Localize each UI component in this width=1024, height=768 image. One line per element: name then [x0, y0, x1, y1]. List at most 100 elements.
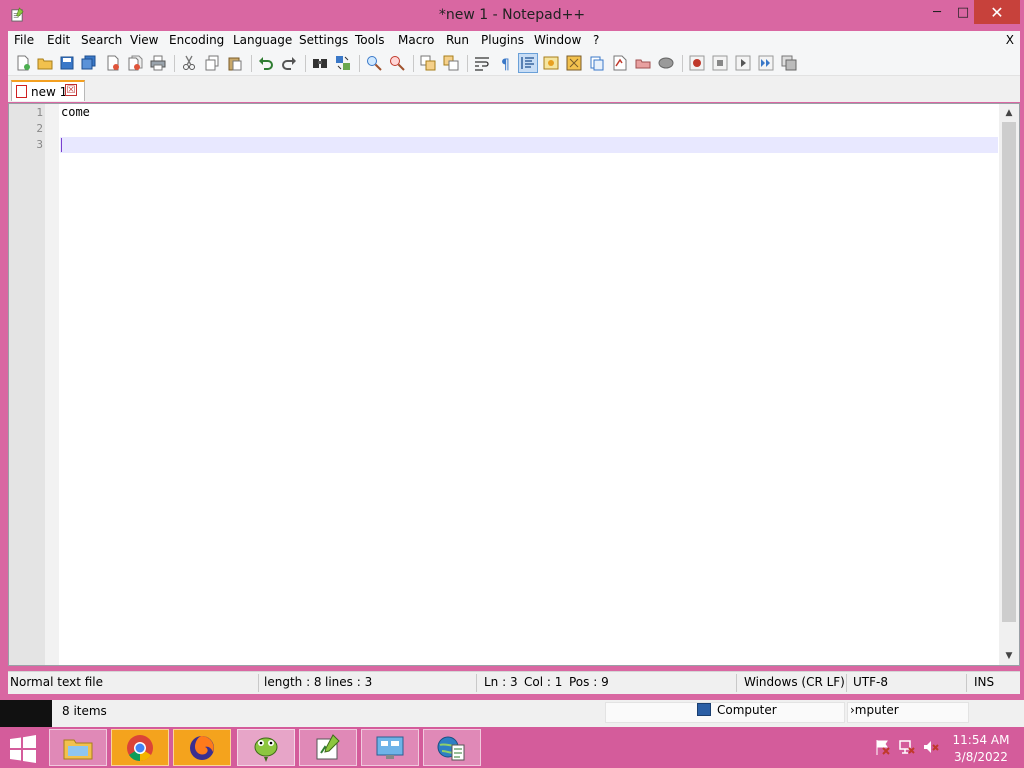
file-explorer-icon — [63, 739, 93, 759]
explorer-status-strip: 8 items Computer ›mputer — [0, 700, 1024, 727]
tab-close-icon[interactable]: ☒ — [65, 84, 77, 96]
toolbar-separator — [305, 55, 306, 72]
svg-text:¶: ¶ — [501, 57, 510, 71]
taskbar-control-panel[interactable] — [361, 729, 419, 766]
run-macro-multiple-icon[interactable] — [758, 55, 774, 71]
zoom-in-icon[interactable] — [366, 55, 382, 71]
status-eol[interactable]: Windows (CR LF) — [744, 675, 845, 689]
code-line[interactable]: come — [61, 105, 90, 119]
volume-muted-icon[interactable] — [922, 738, 940, 756]
undo-icon[interactable] — [258, 55, 274, 71]
toolbar-separator — [174, 55, 175, 72]
replace-icon[interactable] — [335, 55, 351, 71]
copy-icon[interactable] — [204, 55, 220, 71]
menu-language[interactable]: Language — [233, 33, 292, 47]
tab-label: new 1 — [31, 85, 68, 99]
clock-date[interactable]: 3/8/2022 — [948, 750, 1014, 764]
save-all-icon[interactable] — [81, 55, 97, 71]
function-list-icon[interactable] — [589, 55, 605, 71]
open-file-icon[interactable] — [37, 55, 53, 71]
redo-icon[interactable] — [281, 55, 297, 71]
notepad-plus-plus-icon — [254, 737, 278, 762]
scroll-up-arrow-icon[interactable]: ▲ — [999, 104, 1019, 122]
stop-macro-icon[interactable] — [712, 55, 728, 71]
network-disconnected-icon[interactable] — [898, 738, 916, 756]
line-number: 2 — [36, 122, 43, 135]
menu-file[interactable]: File — [14, 33, 34, 47]
taskbar-chrome[interactable] — [111, 729, 169, 766]
taskbar-network-globe[interactable] — [423, 729, 481, 766]
toolbar-separator — [359, 55, 360, 72]
new-file-icon[interactable] — [15, 55, 31, 71]
status-encoding[interactable]: UTF-8 — [853, 675, 888, 689]
close-window-button[interactable]: ✕ — [974, 0, 1020, 24]
record-macro-icon[interactable] — [689, 55, 705, 71]
indent-guide-icon[interactable] — [520, 55, 536, 71]
sync-vertical-icon[interactable] — [420, 55, 436, 71]
word-wrap-icon[interactable] — [474, 55, 490, 71]
sync-horizontal-icon[interactable] — [443, 55, 459, 71]
close-all-icon[interactable] — [127, 55, 143, 71]
status-insert-mode[interactable]: INS — [974, 675, 994, 689]
chrome-icon — [127, 734, 153, 761]
title-bar[interactable]: *new 1 - Notepad++ ─ □ ✕ — [0, 0, 1024, 30]
cut-icon[interactable] — [181, 55, 197, 71]
vertical-scrollbar[interactable]: ▲ ▼ — [999, 104, 1019, 665]
zoom-out-icon[interactable] — [389, 55, 405, 71]
text-caret — [61, 138, 62, 152]
menu-plugins[interactable]: Plugins — [481, 33, 524, 47]
doc-map-icon[interactable] — [566, 55, 582, 71]
menu-macro[interactable]: Macro — [398, 33, 434, 47]
tab-new-1[interactable]: new 1 ☒ — [11, 80, 85, 101]
firefox-icon — [190, 735, 214, 760]
status-bar: Normal text file length : 8 lines : 3 Ln… — [8, 671, 1020, 694]
edit-document-icon — [316, 733, 340, 759]
scrollbar-thumb[interactable] — [1002, 122, 1016, 622]
status-separator — [258, 674, 259, 692]
status-pos: Pos : 9 — [569, 675, 609, 689]
find-icon[interactable] — [312, 55, 328, 71]
document-list-icon[interactable] — [658, 55, 674, 71]
save-macro-icon[interactable] — [781, 55, 797, 71]
control-panel-icon — [376, 736, 404, 759]
show-all-chars-icon[interactable]: ¶ — [497, 55, 513, 71]
taskbar-notepad-plus-plus[interactable] — [237, 729, 295, 766]
toolbar-separator — [251, 55, 252, 72]
globe-checklist-icon — [437, 736, 465, 760]
explorer-items-count: 8 items — [62, 704, 107, 718]
action-center-flag-icon[interactable] — [874, 738, 892, 756]
clock-time[interactable]: 11:54 AM — [948, 733, 1014, 747]
tab-bar: new 1 ☒ — [8, 76, 1020, 102]
taskbar-firefox[interactable] — [173, 729, 231, 766]
menu-search[interactable]: Search — [81, 33, 122, 47]
folder-workspace-icon[interactable] — [612, 55, 628, 71]
editor-pane[interactable]: 1 2 3 come ▲ ▼ — [8, 103, 1020, 666]
status-separator — [966, 674, 967, 692]
menu-settings[interactable]: Settings — [299, 33, 348, 47]
explorer-location-label: Computer — [717, 703, 777, 717]
print-icon[interactable] — [150, 55, 166, 71]
menu-edit[interactable]: Edit — [47, 33, 70, 47]
status-length: length : 8 — [264, 675, 322, 689]
taskbar-task-editor[interactable] — [299, 729, 357, 766]
explorer-location-label-2: ›mputer — [850, 703, 899, 717]
save-icon[interactable] — [59, 55, 75, 71]
language-xml-icon[interactable] — [543, 55, 559, 71]
close-document-x-button[interactable]: X — [1006, 33, 1014, 47]
computer-icon — [697, 703, 711, 716]
menu-view[interactable]: View — [130, 33, 158, 47]
status-separator — [476, 674, 477, 692]
monitoring-icon[interactable] — [635, 55, 651, 71]
menu-help[interactable]: ? — [593, 33, 599, 47]
notepad-window: *new 1 - Notepad++ ─ □ ✕ File Edit Searc… — [0, 0, 1024, 700]
taskbar-file-explorer[interactable] — [49, 729, 107, 766]
play-macro-icon[interactable] — [735, 55, 751, 71]
menu-encoding[interactable]: Encoding — [169, 33, 224, 47]
scroll-down-arrow-icon[interactable]: ▼ — [999, 647, 1019, 665]
close-icon[interactable] — [105, 55, 121, 71]
menu-tools[interactable]: Tools — [355, 33, 385, 47]
menu-window[interactable]: Window — [534, 33, 581, 47]
paste-icon[interactable] — [227, 55, 243, 71]
windows-start-icon[interactable] — [8, 735, 38, 763]
menu-run[interactable]: Run — [446, 33, 469, 47]
